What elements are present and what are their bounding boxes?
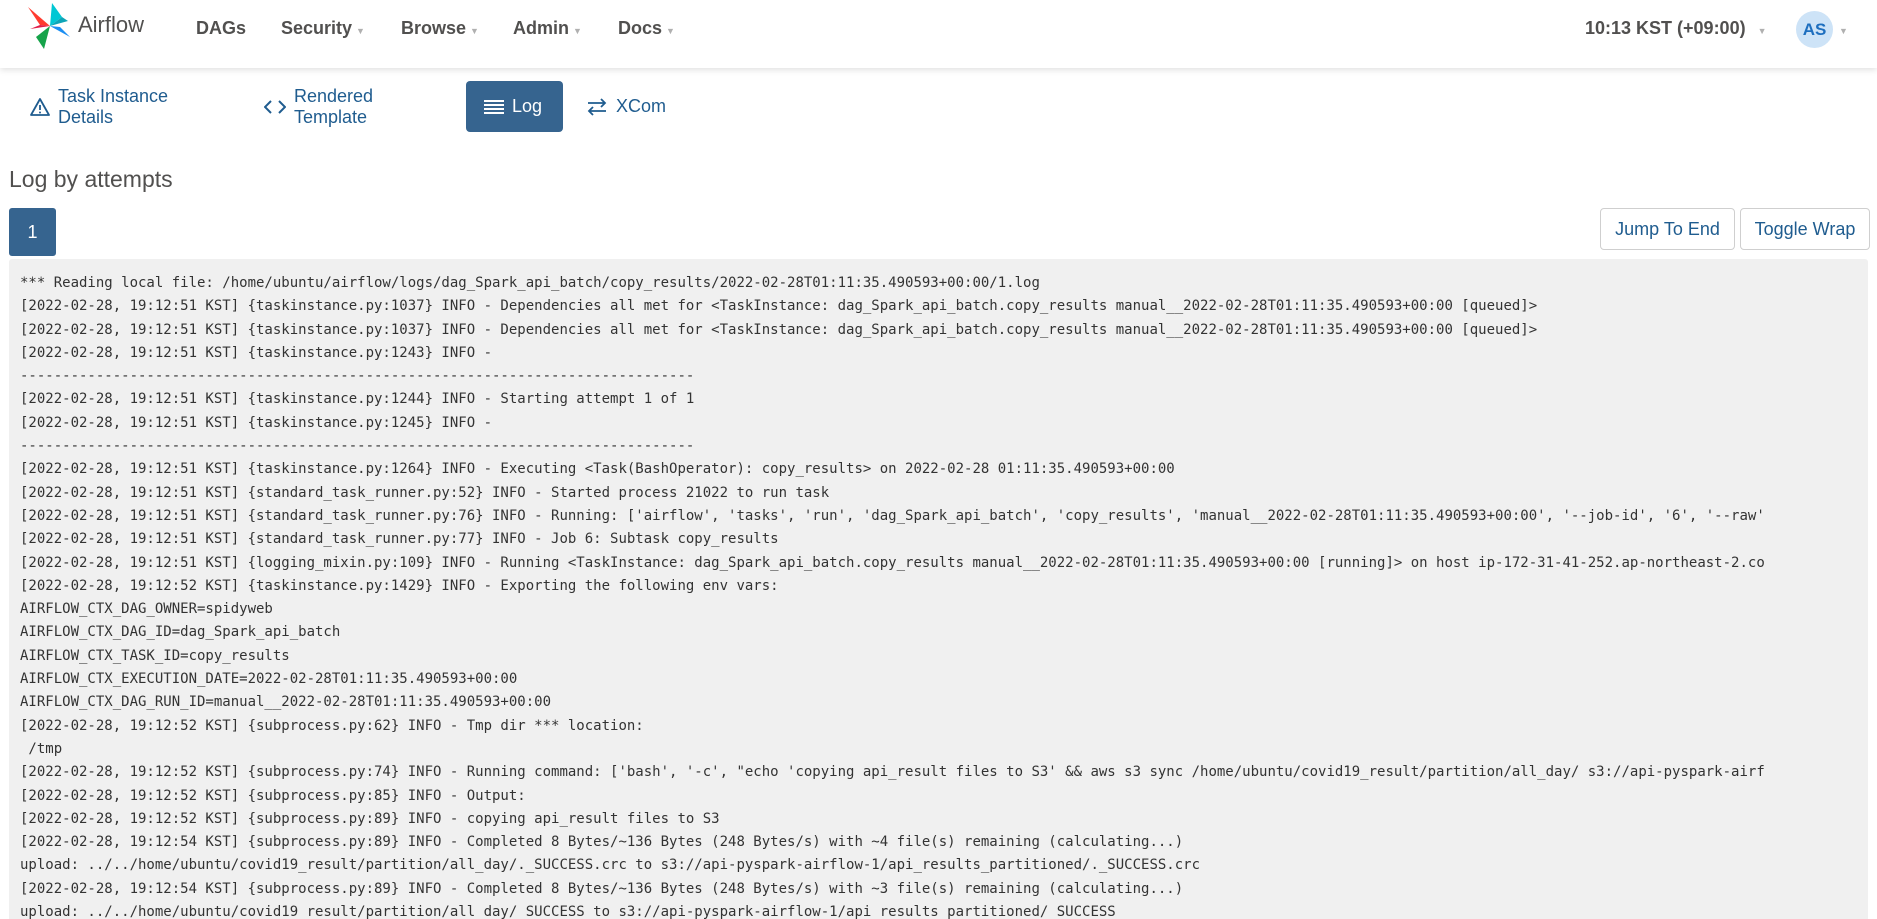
log-line: [2022-02-28, 19:12:51 KST] {standard_tas… bbox=[20, 507, 1765, 524]
exchange-arrows-icon bbox=[586, 97, 608, 116]
nav-browse-label: Browse bbox=[401, 18, 467, 38]
log-line: [2022-02-28, 19:12:51 KST] {standard_tas… bbox=[20, 531, 779, 548]
log-line: [2022-02-28, 19:12:51 KST] {logging_mixi… bbox=[20, 554, 1765, 571]
tab-rendered-template[interactable]: Rendered Template bbox=[246, 81, 458, 132]
nav-docs-label: Docs bbox=[618, 18, 663, 38]
attempt-1-button[interactable]: 1 bbox=[9, 208, 56, 256]
log-line: *** Reading local file: /home/ubuntu/air… bbox=[20, 275, 1040, 291]
log-panel[interactable]: *** Reading local file: /home/ubuntu/air… bbox=[9, 259, 1868, 919]
chevron-down-icon: ▼ bbox=[470, 25, 479, 36]
nav-dags[interactable]: DAGs bbox=[196, 18, 246, 39]
log-line: [2022-02-28, 19:12:51 KST] {taskinstance… bbox=[20, 461, 1175, 478]
airflow-pinwheel-icon bbox=[26, 1, 74, 56]
nav-security[interactable]: Security ▼ bbox=[281, 18, 365, 39]
nav-admin-label: Admin bbox=[513, 18, 569, 38]
chevron-down-icon: ▼ bbox=[356, 25, 365, 36]
brand-name: Airflow bbox=[78, 12, 145, 37]
user-avatar[interactable]: AS bbox=[1796, 11, 1833, 48]
tab-label: Rendered Template bbox=[294, 85, 374, 127]
log-line: [2022-02-28, 19:12:52 KST] {subprocess.p… bbox=[20, 787, 526, 804]
tab-log[interactable]: Log bbox=[466, 81, 563, 132]
list-icon bbox=[484, 99, 504, 115]
nav-admin[interactable]: Admin ▼ bbox=[513, 18, 582, 39]
log-line: AIRFLOW_CTX_DAG_OWNER=spidyweb bbox=[20, 601, 273, 618]
log-line: [2022-02-28, 19:12:51 KST] {taskinstance… bbox=[20, 321, 1538, 338]
tab-label: Task Instance Details bbox=[58, 85, 169, 127]
nav-browse[interactable]: Browse ▼ bbox=[401, 18, 479, 39]
log-line: AIRFLOW_CTX_EXECUTION_DATE=2022-02-28T01… bbox=[20, 671, 518, 688]
log-line: [2022-02-28, 19:12:52 KST] {subprocess.p… bbox=[20, 764, 1765, 781]
toggle-wrap-button[interactable]: Toggle Wrap bbox=[1740, 208, 1870, 250]
tab-xcom[interactable]: XCom bbox=[568, 81, 678, 132]
nav-security-label: Security bbox=[281, 18, 353, 38]
log-line: [2022-02-28, 19:12:51 KST] {taskinstance… bbox=[20, 414, 493, 431]
log-line: upload: ../../home/ubuntu/covid19_result… bbox=[20, 857, 1201, 874]
log-line: ----------------------------------------… bbox=[20, 438, 695, 455]
tab-task-instance-details[interactable]: Task Instance Details bbox=[12, 81, 242, 132]
log-line: AIRFLOW_CTX_DAG_RUN_ID=manual__2022-02-2… bbox=[20, 694, 552, 711]
warning-triangle-icon bbox=[30, 97, 50, 116]
log-line: [2022-02-28, 19:12:51 KST] {taskinstance… bbox=[20, 391, 695, 408]
log-line: [2022-02-28, 19:12:51 KST] {standard_tas… bbox=[20, 484, 830, 501]
log-line: [2022-02-28, 19:12:54 KST] {subprocess.p… bbox=[20, 834, 1184, 851]
log-line: [2022-02-28, 19:12:52 KST] {subprocess.p… bbox=[20, 717, 644, 734]
log-line: /tmp bbox=[20, 740, 63, 757]
log-line: [2022-02-28, 19:12:52 KST] {taskinstance… bbox=[20, 577, 779, 594]
nav-docs[interactable]: Docs ▼ bbox=[618, 18, 675, 39]
log-line: [2022-02-28, 19:12:51 KST] {taskinstance… bbox=[20, 344, 493, 361]
brand-link[interactable]: Airflow bbox=[26, 1, 145, 56]
log-line: ----------------------------------------… bbox=[20, 368, 695, 385]
chevron-down-icon: ▼ bbox=[1757, 25, 1767, 36]
timezone-clock-dropdown[interactable]: 10:13 KST (+09:00) ▼ bbox=[1585, 18, 1767, 39]
code-brackets-icon bbox=[264, 99, 286, 115]
chevron-down-icon[interactable]: ▼ bbox=[1839, 26, 1848, 36]
log-line: [2022-02-28, 19:12:54 KST] {subprocess.p… bbox=[20, 880, 1184, 897]
chevron-down-icon: ▼ bbox=[573, 25, 582, 36]
user-initials: AS bbox=[1802, 19, 1827, 39]
log-line: AIRFLOW_CTX_DAG_ID=dag_Spark_api_batch bbox=[20, 624, 341, 641]
top-navbar: Airflow DAGs Security ▼ Browse ▼ Admin ▼… bbox=[0, 0, 1877, 68]
log-content: *** Reading local file: /home/ubuntu/air… bbox=[9, 259, 1868, 919]
log-line: upload: ../../home/ubuntu/covid19_result… bbox=[20, 904, 1116, 919]
jump-to-end-button[interactable]: Jump To End bbox=[1600, 208, 1735, 250]
clock-label: 10:13 KST (+09:00) bbox=[1585, 18, 1746, 38]
chevron-down-icon: ▼ bbox=[666, 25, 675, 36]
section-title: Log by attempts bbox=[9, 166, 173, 192]
log-line: [2022-02-28, 19:12:51 KST] {taskinstance… bbox=[20, 298, 1538, 315]
log-line: AIRFLOW_CTX_TASK_ID=copy_results bbox=[20, 647, 290, 664]
log-line: [2022-02-28, 19:12:52 KST] {subprocess.p… bbox=[20, 810, 720, 827]
tab-label: Log bbox=[512, 96, 543, 116]
tab-label: XCom bbox=[616, 96, 667, 116]
nav-dags-label: DAGs bbox=[196, 18, 247, 38]
